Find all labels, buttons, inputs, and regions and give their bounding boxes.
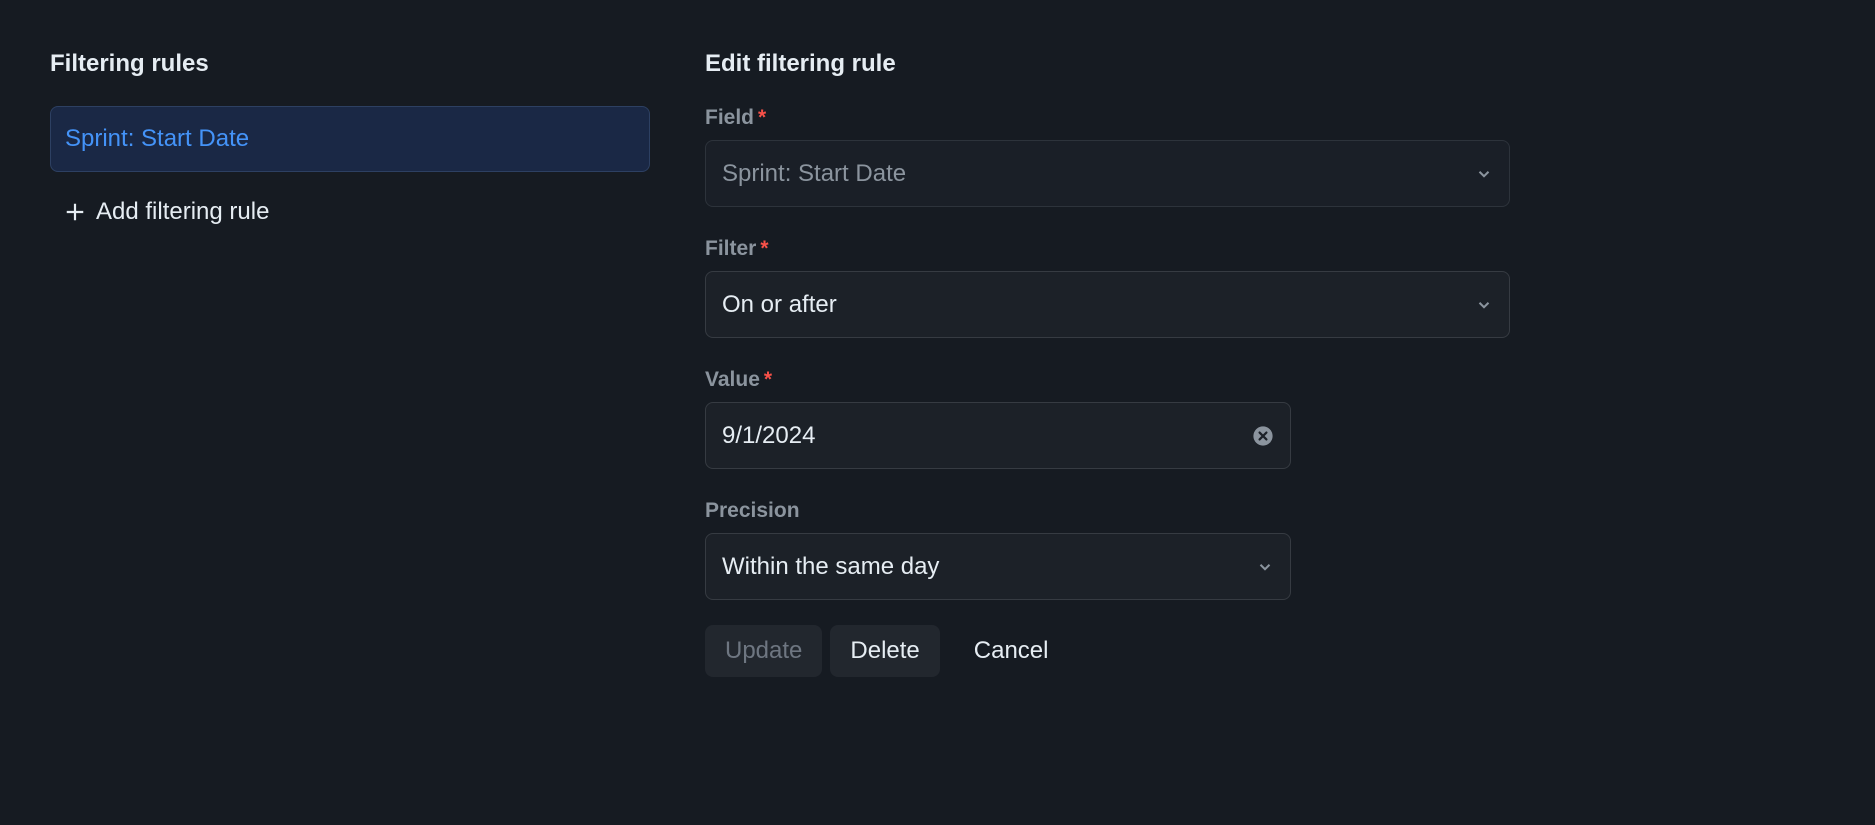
edit-filtering-rule-title: Edit filtering rule bbox=[705, 50, 1510, 78]
required-asterisk: * bbox=[758, 106, 766, 130]
required-asterisk: * bbox=[760, 237, 768, 261]
value-label: Value* bbox=[705, 368, 1510, 392]
edit-filtering-rule-panel: Edit filtering rule Field* Sprint: Start… bbox=[705, 50, 1510, 677]
filter-label: Filter* bbox=[705, 237, 1510, 261]
cancel-button[interactable]: Cancel bbox=[948, 625, 1069, 677]
filtering-rules-title: Filtering rules bbox=[50, 50, 650, 78]
chevron-down-icon bbox=[1475, 165, 1493, 183]
precision-select-value: Within the same day bbox=[722, 553, 1256, 581]
field-label: Field* bbox=[705, 106, 1510, 130]
precision-label: Precision bbox=[705, 499, 1510, 523]
chevron-down-icon bbox=[1475, 296, 1493, 314]
filter-select[interactable]: On or after bbox=[705, 271, 1510, 338]
precision-select[interactable]: Within the same day bbox=[705, 533, 1291, 600]
clear-icon[interactable] bbox=[1252, 425, 1274, 447]
required-asterisk: * bbox=[764, 368, 772, 392]
filter-select-value: On or after bbox=[722, 291, 1475, 319]
plus-icon bbox=[64, 201, 86, 223]
value-input-wrapper bbox=[705, 402, 1291, 469]
delete-button[interactable]: Delete bbox=[830, 625, 939, 677]
field-select-value: Sprint: Start Date bbox=[722, 160, 1475, 188]
form-actions: Update Delete Cancel bbox=[705, 625, 1510, 677]
field-select[interactable]: Sprint: Start Date bbox=[705, 140, 1510, 207]
value-input[interactable] bbox=[722, 422, 1252, 450]
add-filtering-rule-button[interactable]: Add filtering rule bbox=[50, 184, 650, 240]
add-filtering-rule-label: Add filtering rule bbox=[96, 198, 269, 226]
filtering-rule-label: Sprint: Start Date bbox=[65, 125, 249, 152]
filtering-rules-panel: Filtering rules Sprint: Start Date Add f… bbox=[50, 50, 650, 677]
update-button[interactable]: Update bbox=[705, 625, 822, 677]
filtering-rule-item[interactable]: Sprint: Start Date bbox=[50, 106, 650, 172]
chevron-down-icon bbox=[1256, 558, 1274, 576]
